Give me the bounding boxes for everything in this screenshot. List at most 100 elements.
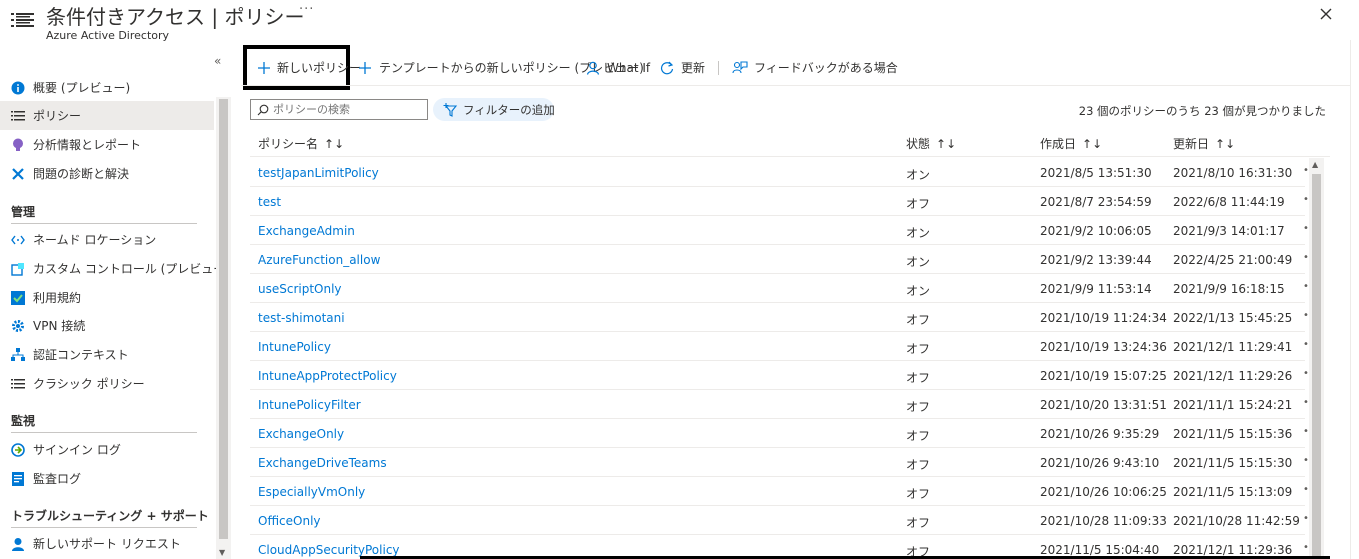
policy-modified-date: 2021/12/1 11:29:41 [1173,340,1293,354]
policy-name-link[interactable]: IntunePolicy [258,340,331,354]
scroll-up-arrow-icon[interactable]: ▲ [1312,160,1318,169]
table-scrollbar[interactable]: ▲ [1309,158,1324,559]
command-bar: 新しいポリシー テンプレートからの新しいポリシー (プレビュー) What If… [241,45,1351,90]
what-if-button[interactable]: What If [585,45,650,90]
policy-state: オフ [906,371,931,385]
sidebar-item-label: VPN 接続 [33,319,86,333]
page-header: 条件付きアクセス | ポリシー Azure Active Directory ·… [0,0,1359,46]
sidebar-item-policies[interactable]: ポリシー [0,101,214,130]
new-policy-label: 新しいポリシー [277,61,362,75]
table-row[interactable]: OfficeOnly オフ 2021/10/28 11:09:33 2021/10/2… [250,506,1309,535]
policy-modified-date: 2021/12/1 11:29:26 [1173,369,1293,383]
table-row[interactable]: IntuneAppProtectPolicy オフ 2021/10/19 15:07… [250,361,1309,390]
sidebar-item-signin-logs[interactable]: サインイン ログ [0,435,214,464]
plus-icon [257,60,271,76]
table-row[interactable]: test-shimotani オフ 2021/10/19 11:24:34 2022/… [250,303,1309,332]
sidebar-item-label: 概要 (プレビュー) [33,81,131,95]
column-header-name[interactable]: ポリシー名 ↑↓ [258,135,344,152]
policy-name-link[interactable]: testJapanLimitPolicy [258,166,379,180]
scroll-down-arrow-icon[interactable]: ▼ [219,548,225,557]
policy-list-icon [11,11,35,31]
sidebar-item-terms-of-use[interactable]: 利用規約 [0,283,214,312]
policy-name-link[interactable]: CloudAppSecurityPolicy [258,543,400,557]
toolbar-separator [718,61,719,75]
checklist-icon [11,290,25,305]
policy-created-date: 2021/10/26 10:06:25 [1040,485,1167,499]
sidebar-item-new-support-request[interactable]: 新しいサポート リクエスト [0,529,214,558]
policy-name-link[interactable]: IntunePolicyFilter [258,398,361,412]
search-input[interactable] [273,103,423,116]
column-header-state[interactable]: 状態 ↑↓ [906,135,956,152]
policies-table: ポリシー名 ↑↓ 状態 ↑↓ 作成日 ↑↓ 更新日 ↑↓ testJapanLimitP… [250,128,1330,559]
column-header-created[interactable]: 作成日 ↑↓ [1040,135,1102,152]
sidebar-item-label: 利用規約 [33,291,82,305]
sidebar-item-auth-context[interactable]: 認証コンテキスト [0,340,214,369]
column-header-modified[interactable]: 更新日 ↑↓ [1173,135,1235,152]
policy-name-link[interactable]: AzureFunction_allow [258,253,380,267]
sidebar-item-diagnose[interactable]: 問題の診断と解決 [0,159,214,188]
collapse-sidebar-button[interactable]: « [214,54,221,68]
search-box[interactable] [250,99,428,120]
sidebar-item-overview[interactable]: 概要 (プレビュー) [0,73,214,102]
policy-modified-date: 2021/11/5 15:13:09 [1173,485,1293,499]
sort-icon[interactable]: ↑↓ [936,137,956,151]
add-filter-button[interactable]: フィルターの追加 [433,98,555,121]
table-row[interactable]: ExchangeOnly オフ 2021/10/26 9:35:29 2021/11/… [250,419,1309,448]
sort-icon[interactable]: ↑↓ [1215,137,1235,151]
sidebar-item-label: 監査ログ [33,472,82,486]
sidebar-item-named-locations[interactable]: ネームド ロケーション [0,225,214,254]
section-divider [11,527,197,528]
sidebar-item-label: ポリシー [33,109,82,123]
policy-name-link[interactable]: ExchangeDriveTeams [258,456,387,470]
sort-icon[interactable]: ↑↓ [324,137,344,151]
table-row[interactable]: ExchangeDriveTeams オフ 2021/10/26 9:43:10 20… [250,448,1309,477]
policy-name-link[interactable]: test-shimotani [258,311,345,325]
sidebar-item-label: 新しいサポート リクエスト [33,537,181,551]
close-icon[interactable] [1316,4,1336,24]
refresh-button[interactable]: 更新 [659,45,705,90]
table-row[interactable]: ExchangeAdmin オン 2021/9/2 10:06:05 2021/9/3… [250,216,1309,245]
search-icon [257,104,269,116]
plus-icon [357,60,373,76]
support-person-icon [11,537,25,551]
sidebar-item-classic-policies[interactable]: クラシック ポリシー [0,369,214,398]
policy-state: オフ [906,400,931,414]
table-header: ポリシー名 ↑↓ 状態 ↑↓ 作成日 ↑↓ 更新日 ↑↓ [250,128,1330,157]
policy-state: オフ [906,487,931,501]
sidebar-scrollbar[interactable]: ▼ [216,97,231,559]
policy-name-link[interactable]: EspeciallyVmOnly [258,485,365,499]
policy-name-link[interactable]: test [258,195,281,209]
add-filter-label: フィルターの追加 [463,102,555,117]
table-row[interactable]: AzureFunction_allow オン 2021/9/2 13:39:44 20… [250,245,1309,274]
sidebar-item-insights[interactable]: 分析情報とレポート [0,130,214,159]
policy-state: オフ [906,458,931,472]
policy-state: オフ [906,197,931,211]
policy-name-link[interactable]: OfficeOnly [258,514,321,528]
table-row[interactable]: IntunePolicy オフ 2021/10/19 13:24:36 2021/12… [250,332,1309,361]
policy-name-link[interactable]: IntuneAppProtectPolicy [258,369,397,383]
table-row[interactable]: EspeciallyVmOnly オフ 2021/10/26 10:06:25 202… [250,477,1309,506]
more-options-button[interactable]: ··· [299,2,314,17]
refresh-icon [659,60,675,76]
sidebar-item-custom-controls[interactable]: カスタム コントロール (プレビュー) [0,254,230,283]
sort-icon[interactable]: ↑↓ [1082,137,1102,151]
scrollbar-thumb[interactable] [1312,174,1321,559]
table-row[interactable]: IntunePolicyFilter オフ 2021/10/20 13:31:51 2… [250,390,1309,419]
policy-name-link[interactable]: ExchangeAdmin [258,224,355,238]
sidebar-item-audit-logs[interactable]: 監査ログ [0,464,214,493]
table-row[interactable]: testJapanLimitPolicy オン 2021/8/5 13:51:30 2… [250,158,1309,187]
new-policy-button[interactable]: 新しいポリシー [243,45,361,90]
scrollbar-thumb[interactable] [219,99,228,539]
policy-name-link[interactable]: ExchangeOnly [258,427,344,441]
table-row[interactable]: test オフ 2021/8/7 23:54:59 2022/6/8 11:44:19… [250,187,1309,216]
feedback-button[interactable]: フィードバックがある場合 [732,45,898,90]
feedback-label: フィードバックがある場合 [754,61,898,75]
section-divider [11,223,197,224]
policy-name-link[interactable]: useScriptOnly [258,282,342,296]
policy-modified-date: 2021/11/1 15:24:21 [1173,398,1293,412]
policy-created-date: 2021/10/28 11:09:33 [1040,514,1167,528]
table-row[interactable]: useScriptOnly オン 2021/9/9 11:53:14 2021/9/9… [250,274,1309,303]
policy-created-date: 2021/8/7 23:54:59 [1040,195,1152,209]
sidebar-item-vpn[interactable]: VPN 接続 [0,311,214,340]
policy-modified-date: 2022/4/25 21:00:49 [1173,253,1293,267]
